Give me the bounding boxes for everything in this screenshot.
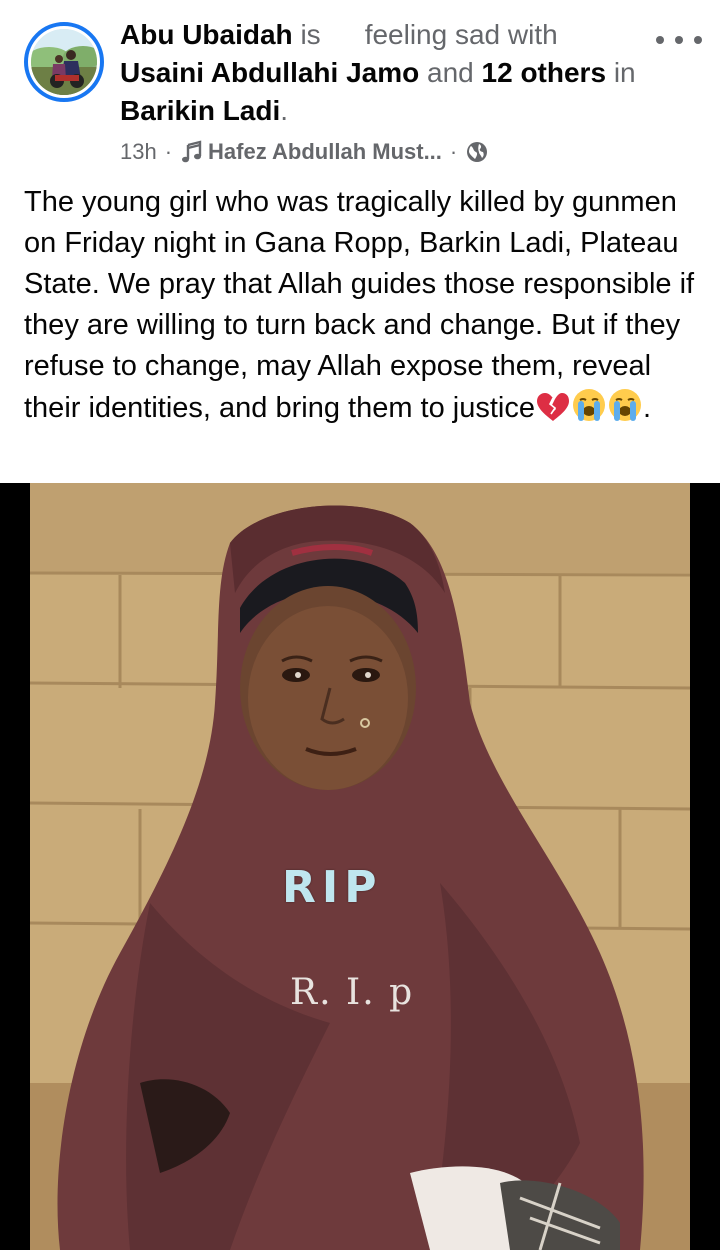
photo-overlay-rip-small: R. I. p bbox=[290, 972, 415, 1013]
is-word: is bbox=[300, 19, 321, 50]
feeling-activity: feeling sad with bbox=[364, 19, 558, 50]
meta-separator: · bbox=[449, 139, 458, 164]
music-note-icon bbox=[180, 140, 204, 164]
tagged-person-link[interactable]: Usaini Abdullahi Jamo bbox=[120, 57, 419, 88]
in-word: in bbox=[613, 57, 636, 88]
more-options-icon[interactable] bbox=[656, 26, 702, 54]
more-dot bbox=[675, 36, 683, 44]
avatar-image bbox=[31, 29, 97, 95]
meta-separator: · bbox=[164, 139, 173, 164]
more-dot bbox=[694, 36, 702, 44]
music-title-link[interactable]: Hafez Abdullah Must... bbox=[208, 139, 442, 165]
photo-overlay-rip: RIP bbox=[282, 862, 383, 913]
header-period: . bbox=[280, 95, 289, 126]
location-link[interactable]: Barikin Ladi bbox=[120, 95, 280, 126]
tagged-others-link[interactable]: 12 others bbox=[482, 57, 607, 88]
caption-end: . bbox=[643, 392, 652, 424]
post-time[interactable]: 13h bbox=[120, 139, 157, 165]
author-name-link[interactable]: Abu Ubaidah bbox=[120, 19, 293, 50]
post-header: Abu Ubaidah is feeling sad with Usaini Ab… bbox=[120, 16, 640, 130]
post-caption: The young girl who was tragically killed… bbox=[24, 182, 700, 435]
post-meta: 13h · Hafez Abdullah Must... · bbox=[120, 136, 489, 168]
loudly-crying-face-icon bbox=[607, 387, 643, 435]
loudly-crying-face-icon bbox=[571, 387, 607, 435]
author-avatar[interactable] bbox=[24, 22, 104, 102]
post-card: Abu Ubaidah is feeling sad with Usaini Ab… bbox=[0, 0, 720, 1250]
globe-icon[interactable] bbox=[465, 140, 489, 164]
broken-heart-icon bbox=[535, 391, 571, 435]
more-dot bbox=[656, 36, 664, 44]
and-word: and bbox=[427, 57, 474, 88]
